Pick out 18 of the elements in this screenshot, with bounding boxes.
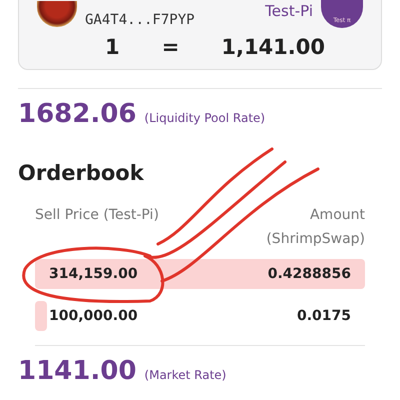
amount-cell: 0.0175 <box>296 308 351 324</box>
depth-bar <box>35 301 47 331</box>
amount-cell: 0.4288856 <box>268 266 351 282</box>
section-title: Orderbook <box>18 161 145 185</box>
base-amount: 1 <box>105 35 120 59</box>
wallet-address: GA4T4...F7PYP <box>85 12 195 28</box>
column-header: Sell Price (Test-Pi) <box>35 206 160 225</box>
price-cell: 100,000.00 <box>49 308 138 324</box>
liquidity-rate-value: 1682.06 <box>18 99 136 129</box>
quote-amount: 1,141.00 <box>221 35 325 59</box>
column-header: Amount (ShrimpSwap) <box>265 206 365 249</box>
market-rate-label: (Market Rate) <box>144 368 226 382</box>
liquidity-rate-label: (Liquidity Pool Rate) <box>144 111 266 125</box>
market-rate-value: 1141.00 <box>18 356 136 386</box>
price-cell: 314,159.00 <box>49 266 138 282</box>
asset-name: Test-Pi <box>265 2 313 20</box>
coin-icon <box>37 1 77 27</box>
equals-sign: = <box>162 35 180 59</box>
